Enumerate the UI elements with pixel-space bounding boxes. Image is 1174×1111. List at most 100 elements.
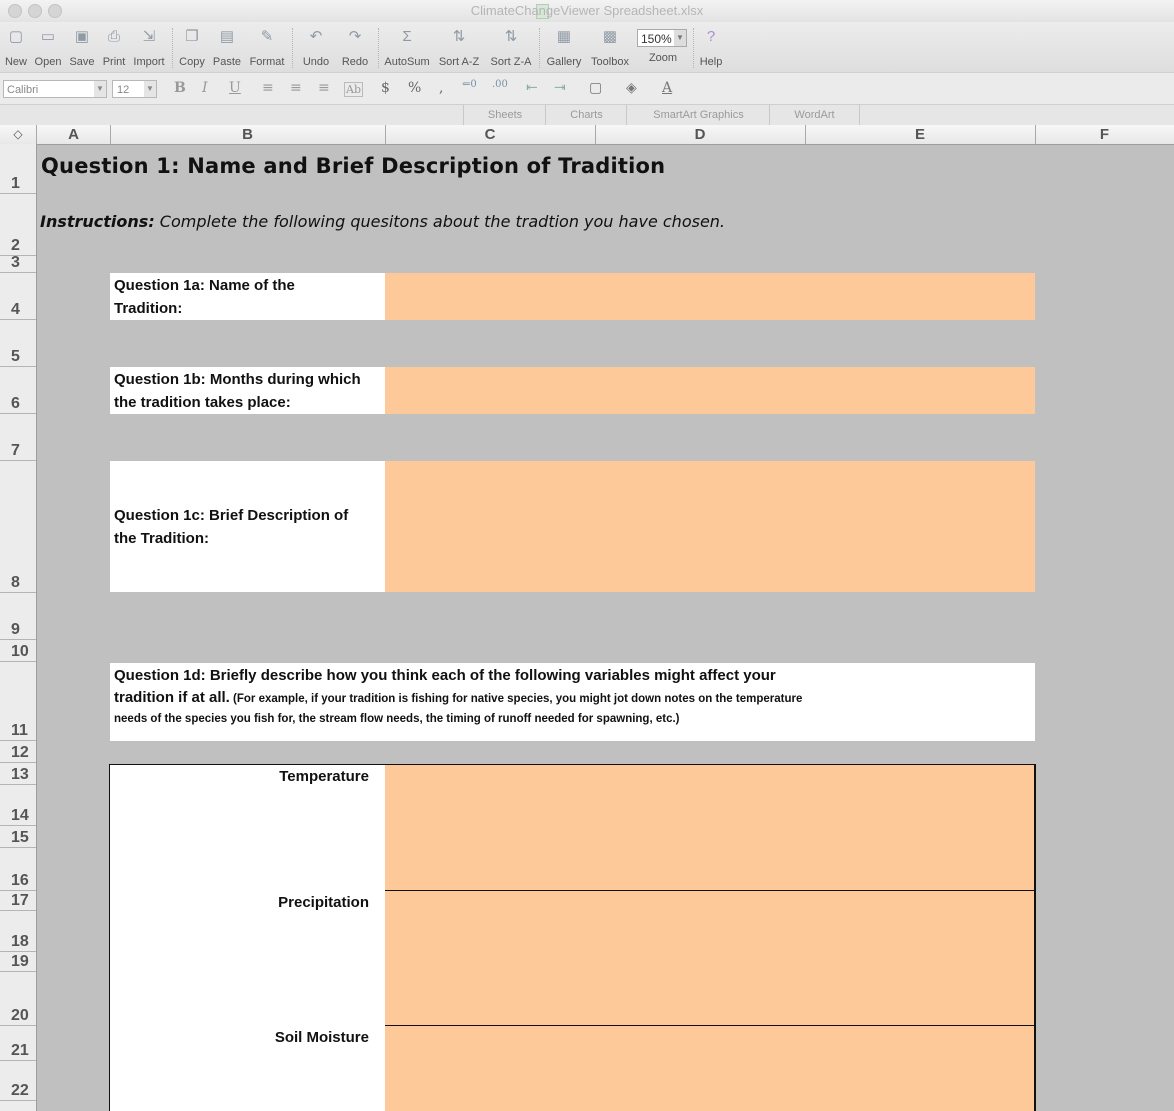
- row-header[interactable]: 8: [0, 461, 36, 593]
- underline-icon[interactable]: U: [229, 80, 241, 96]
- row-header[interactable]: 18: [0, 911, 36, 952]
- q1c-answer-cell[interactable]: [385, 461, 1035, 592]
- open-folder-icon: ▭: [40, 28, 56, 45]
- tab-sheets[interactable]: Sheets: [463, 105, 546, 125]
- row-header[interactable]: 14: [0, 785, 36, 826]
- row-header[interactable]: 17: [0, 891, 36, 911]
- column-header-b[interactable]: B: [110, 125, 386, 144]
- title-bar: ClimateChangeViewer Spreadsheet.xlsx: [0, 0, 1174, 22]
- font-name-select[interactable]: Calibri ▼: [3, 80, 107, 98]
- precipitation-answer-cell[interactable]: [385, 891, 1034, 1026]
- font-color-icon[interactable]: A: [662, 80, 672, 96]
- tab-charts[interactable]: Charts: [545, 105, 627, 125]
- paste-button[interactable]: ▤ Paste: [211, 26, 243, 68]
- row-header[interactable]: 4: [0, 273, 36, 320]
- redo-arrow-icon: ↷: [348, 28, 362, 45]
- q1b-label: Question 1b: Months during which the trad…: [114, 371, 361, 411]
- select-all-corner[interactable]: ◇: [0, 125, 37, 144]
- percent-icon[interactable]: %: [408, 80, 421, 96]
- row-header[interactable]: 10: [0, 640, 36, 662]
- copy-button[interactable]: ❐ Copy: [177, 26, 207, 68]
- chevron-down-icon: ▼: [94, 81, 106, 97]
- toolbar-separator: [539, 28, 541, 68]
- align-center-icon[interactable]: ≡: [290, 80, 302, 96]
- soil-moisture-answer-cell[interactable]: [385, 1026, 1034, 1111]
- q1a-label: Question 1a: Name of the Tradition:: [114, 277, 295, 317]
- redo-button[interactable]: ↷ Redo: [337, 26, 373, 68]
- import-button[interactable]: ⇲ Import: [131, 26, 167, 68]
- temperature-answer-cell[interactable]: [385, 765, 1034, 891]
- row-header[interactable]: 2: [0, 194, 36, 256]
- toolbox-button[interactable]: ▩ Toolbox: [588, 26, 632, 68]
- column-header-e[interactable]: E: [805, 125, 1036, 144]
- align-right-icon[interactable]: ≡: [318, 80, 330, 96]
- undo-button[interactable]: ↶ Undo: [298, 26, 334, 68]
- row-header[interactable]: 3: [0, 254, 36, 273]
- wrap-text-icon[interactable]: Ab: [344, 82, 363, 97]
- toolbar-separator: [292, 28, 294, 68]
- sort-descending-button[interactable]: ⇅ Sort Z-A: [488, 26, 534, 68]
- row-header[interactable]: 13: [0, 763, 36, 785]
- row-header[interactable]: 12: [0, 741, 36, 763]
- window-title: ClimateChangeViewer Spreadsheet.xlsx: [470, 3, 704, 18]
- currency-icon[interactable]: $: [381, 80, 390, 96]
- q1b-answer-cell[interactable]: [385, 367, 1035, 414]
- row-header[interactable]: 7: [0, 414, 36, 461]
- format-painter-button[interactable]: ✎ Format: [247, 26, 287, 68]
- new-button[interactable]: ▢ New: [3, 26, 29, 68]
- row-header[interactable]: 9: [0, 593, 36, 640]
- open-button[interactable]: ▭ Open: [33, 26, 63, 68]
- column-headers: ◇ A B C D E F: [0, 125, 1174, 145]
- tab-wordart[interactable]: WordArt: [769, 105, 860, 125]
- printer-icon: ⎙: [107, 28, 120, 45]
- column-header-a[interactable]: A: [37, 125, 111, 144]
- row-header[interactable]: 11: [0, 662, 36, 741]
- sort-az-icon: ⇅: [452, 28, 466, 45]
- row-header[interactable]: 19: [0, 952, 36, 972]
- gallery-button[interactable]: ▦ Gallery: [544, 26, 584, 68]
- increase-decimal-icon[interactable]: ⇐0: [462, 79, 477, 90]
- import-icon: ⇲: [142, 28, 156, 45]
- tab-smartart-graphics[interactable]: SmartArt Graphics: [626, 105, 770, 125]
- row-header[interactable]: 16: [0, 848, 36, 891]
- variable-label-temperature: Temperature: [279, 768, 369, 785]
- new-document-icon: ▢: [8, 28, 24, 45]
- ribbon-tabs: Sheets Charts SmartArt Graphics WordArt: [0, 104, 1174, 127]
- row-header[interactable]: 22: [0, 1061, 36, 1101]
- decrease-decimal-icon[interactable]: .00: [492, 79, 508, 90]
- row-headers: 1 2 3 4 5 6 7 8 9 10 11 12 13 14 15 16 1…: [0, 144, 37, 1111]
- column-header-f[interactable]: F: [1035, 125, 1174, 144]
- sort-za-icon: ⇅: [504, 28, 518, 45]
- sort-ascending-button[interactable]: ⇅ Sort A-Z: [436, 26, 482, 68]
- column-header-d[interactable]: D: [595, 125, 806, 144]
- row-header[interactable]: 21: [0, 1026, 36, 1061]
- borders-icon[interactable]: ▢: [589, 80, 602, 96]
- row-header[interactable]: 5: [0, 320, 36, 367]
- table-right-border: [1034, 764, 1036, 1111]
- row-header[interactable]: 1: [0, 144, 36, 194]
- sigma-icon: Σ: [402, 28, 412, 45]
- autosum-button[interactable]: Σ AutoSum: [382, 26, 432, 68]
- row-header[interactable]: 20: [0, 972, 36, 1026]
- copy-icon: ❐: [185, 28, 199, 45]
- help-button[interactable]: ? Help: [697, 26, 725, 68]
- italic-icon[interactable]: I: [202, 80, 208, 96]
- save-button[interactable]: ▣ Save: [68, 26, 96, 68]
- bold-icon[interactable]: B: [174, 80, 186, 96]
- comma-style-icon[interactable]: ,: [439, 80, 443, 96]
- row-header[interactable]: 6: [0, 367, 36, 414]
- print-button[interactable]: ⎙ Print: [100, 26, 128, 68]
- q1c-label: Question 1c: Brief Description of the Tra…: [114, 507, 349, 547]
- fill-color-icon[interactable]: ◈: [626, 80, 637, 96]
- toolbar-separator: [172, 28, 174, 68]
- toolbox-icon: ▩: [602, 28, 618, 45]
- instructions: Instructions: Complete the following que…: [40, 212, 725, 231]
- q1a-answer-cell[interactable]: [385, 273, 1035, 320]
- align-left-icon[interactable]: ≡: [262, 80, 274, 96]
- column-header-c[interactable]: C: [385, 125, 596, 144]
- decrease-indent-icon[interactable]: ⇤: [526, 80, 538, 96]
- increase-indent-icon[interactable]: ⇥: [554, 80, 566, 96]
- row-header[interactable]: 15: [0, 826, 36, 848]
- font-size-select[interactable]: 12 ▼: [112, 80, 157, 98]
- undo-arrow-icon: ↶: [309, 28, 323, 45]
